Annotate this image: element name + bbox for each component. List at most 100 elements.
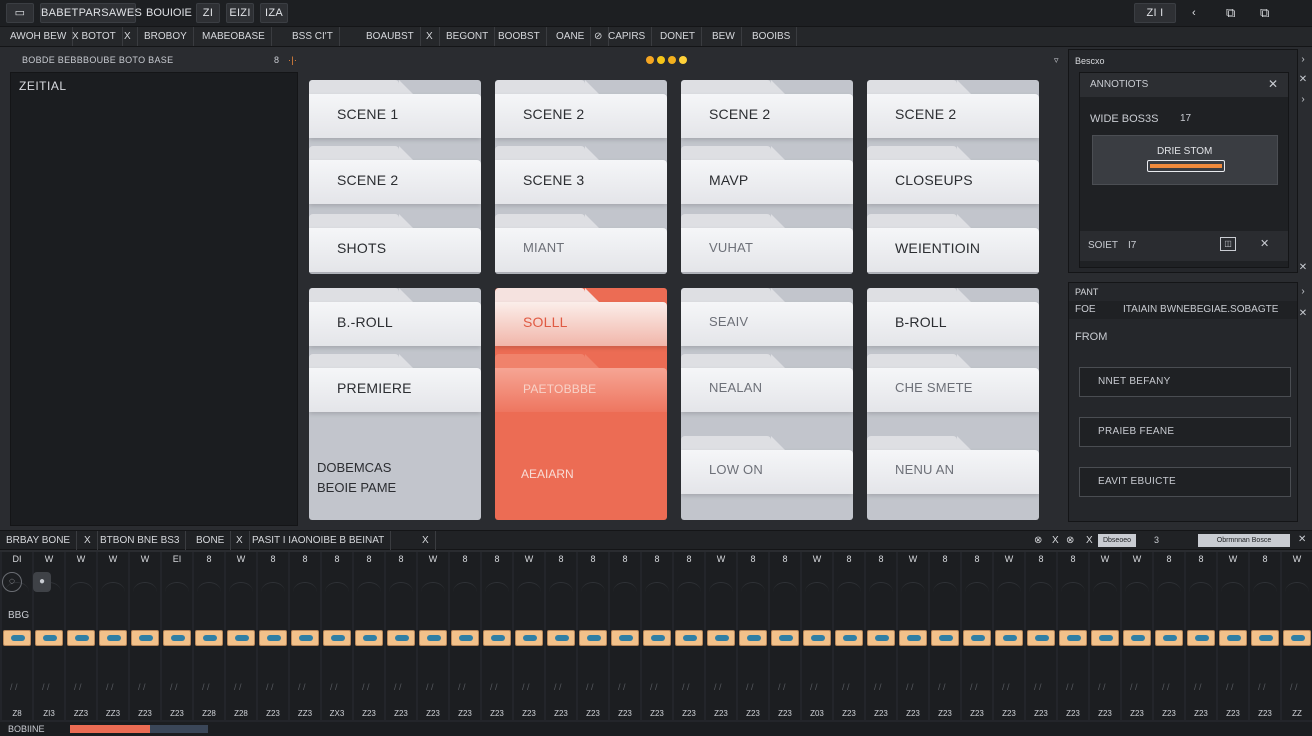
preview-slider[interactable] <box>1147 160 1225 172</box>
clip[interactable] <box>483 630 511 646</box>
project-title-button[interactable]: BABETPARSAWES <box>40 3 142 23</box>
timeline-track[interactable]: 8 / / Z23 <box>1058 552 1088 720</box>
menu-item-subset[interactable]: BOAUBST <box>360 27 421 46</box>
clip[interactable] <box>835 630 863 646</box>
clip[interactable] <box>163 630 191 646</box>
timeline-track[interactable]: 8 / / Z23 <box>930 552 960 720</box>
folder-item[interactable]: SHOTS <box>309 214 481 272</box>
folder-item[interactable]: NENU AN <box>867 436 1039 494</box>
playhead-progress[interactable] <box>70 725 208 733</box>
timeline-track[interactable]: W / / Z03 <box>802 552 832 720</box>
timeline-track[interactable]: W / / Z23 <box>130 552 160 720</box>
clip[interactable] <box>611 630 639 646</box>
clip[interactable] <box>995 630 1023 646</box>
timeline-close-icon[interactable]: ✕ <box>1298 534 1306 545</box>
menu-item-browse[interactable]: BROBOY <box>138 27 194 46</box>
timeline-box-1[interactable]: Dbseoeo <box>1098 534 1136 547</box>
duplicate-icon[interactable]: ⧉ <box>1260 3 1269 23</box>
timeline-track[interactable]: 8 / / Z23 <box>738 552 768 720</box>
timeline-track[interactable]: 8 / / Z23 <box>834 552 864 720</box>
timeline-track[interactable]: 8 / / Z23 <box>610 552 640 720</box>
clip[interactable] <box>1027 630 1055 646</box>
timeline-track[interactable]: W / / ZZ <box>1282 552 1312 720</box>
menu-item-close-2[interactable]: X <box>420 27 440 46</box>
folder-item[interactable]: SCENE 2 <box>495 80 667 138</box>
timeline-track[interactable]: W / / Z23 <box>706 552 736 720</box>
menu-item-close[interactable]: X <box>118 27 138 46</box>
preview-frame-button[interactable]: PRAIEB FEANE <box>1079 417 1291 447</box>
timeline-track[interactable]: 8 / / Z23 <box>770 552 800 720</box>
clip[interactable] <box>1219 630 1247 646</box>
clip[interactable] <box>387 630 415 646</box>
mic-icon[interactable]: ● <box>33 572 52 592</box>
clip[interactable] <box>291 630 319 646</box>
timeline-track[interactable]: W / / Z28 <box>226 552 256 720</box>
clip[interactable] <box>931 630 959 646</box>
folder-item[interactable]: B.-ROLL <box>309 288 481 346</box>
timeline-track[interactable]: 8 / / Z28 <box>194 552 224 720</box>
menu-item-cut[interactable]: BSS CI'T <box>286 27 340 46</box>
clip[interactable] <box>227 630 255 646</box>
clip[interactable] <box>867 630 895 646</box>
timeline-track[interactable]: W / / ZZ3 <box>66 552 96 720</box>
timeline-track[interactable]: 8 / / Z23 <box>1186 552 1216 720</box>
timeline-track[interactable]: 8 / / Z23 <box>354 552 384 720</box>
clip[interactable] <box>1155 630 1183 646</box>
grid-collapse-icon[interactable]: ▿ <box>1054 52 1059 68</box>
clip[interactable] <box>451 630 479 646</box>
folder-item[interactable]: SCENE 2 <box>309 146 481 204</box>
side-arrow-icon[interactable]: ✕ <box>1297 74 1309 85</box>
timeline-track[interactable]: 8 / / Z23 <box>866 552 896 720</box>
timeline-track[interactable]: 8 / / Z23 <box>546 552 576 720</box>
layout-button-1[interactable]: ZI <box>196 3 220 23</box>
menu-item-one[interactable]: OANE <box>550 27 592 46</box>
clip[interactable] <box>1251 630 1279 646</box>
timeline-track[interactable]: 8 / / ZZ3 <box>290 552 320 720</box>
folder-item[interactable]: NEALAN <box>681 354 853 412</box>
tools-icon[interactable]: ✕ <box>1268 77 1278 91</box>
menu-item-database[interactable]: MABEOBASE <box>196 27 272 46</box>
folder-item[interactable]: LOW ON <box>681 436 853 494</box>
zoom-button[interactable]: ZI I <box>1134 3 1176 23</box>
subset-row[interactable]: SOIET I7 ◫ ✕ <box>1080 231 1288 261</box>
side-arrow-icon[interactable]: › <box>1297 54 1309 65</box>
next-ready-button[interactable]: NNET BEFANY <box>1079 367 1291 397</box>
timeline-tab-3[interactable]: BONE <box>190 531 232 550</box>
timeline-track[interactable]: 8 / / Z23 <box>450 552 480 720</box>
timeline-track[interactable]: 8 / / Z23 <box>482 552 512 720</box>
folder-item[interactable]: MAVP <box>681 146 853 204</box>
timeline-track[interactable]: W / / Z23 <box>514 552 544 720</box>
clip[interactable] <box>707 630 735 646</box>
timeline-track[interactable]: W / / Z23 <box>898 552 928 720</box>
timeline-track[interactable]: W / / ZZ3 <box>98 552 128 720</box>
properties-row[interactable]: FOE ITAIAIN BWNEBEGIAE.SOBAGTE <box>1069 301 1297 319</box>
clip[interactable] <box>99 630 127 646</box>
timeline-track[interactable]: 8 / / Z23 <box>1250 552 1280 720</box>
clip[interactable] <box>323 630 351 646</box>
timeline-control-icon[interactable]: ⊗ <box>1060 531 1080 550</box>
folder-item-selected[interactable]: SOLLL <box>495 288 667 346</box>
clip[interactable] <box>67 630 95 646</box>
window-icon-button[interactable]: ▭ <box>6 3 34 23</box>
timeline-track[interactable]: 8 / / Z23 <box>578 552 608 720</box>
clip[interactable] <box>1283 630 1311 646</box>
clip[interactable] <box>35 630 63 646</box>
menu-item-view[interactable]: BEW <box>706 27 742 46</box>
timeline-track[interactable]: W / / Z23 <box>1218 552 1248 720</box>
timeline-track[interactable]: 8 / / Z23 <box>674 552 704 720</box>
clip[interactable] <box>803 630 831 646</box>
clip[interactable] <box>579 630 607 646</box>
folder-item[interactable]: CLOSEUPS <box>867 146 1039 204</box>
menu-item-tools[interactable]: BOOIBS <box>746 27 798 46</box>
clip[interactable] <box>899 630 927 646</box>
timeline-track[interactable]: 8 / / Z23 <box>1026 552 1056 720</box>
timeline-track[interactable]: W / / Z23 <box>1122 552 1152 720</box>
timeline-track[interactable]: 8 / / ZX3 <box>322 552 352 720</box>
clip[interactable] <box>771 630 799 646</box>
clip[interactable] <box>675 630 703 646</box>
folder-item[interactable]: MIANT <box>495 214 667 272</box>
clip[interactable] <box>1091 630 1119 646</box>
timeline-track[interactable]: W / / Z23 <box>1090 552 1120 720</box>
side-arrow-icon[interactable]: ✕ <box>1297 262 1309 273</box>
clip[interactable] <box>1187 630 1215 646</box>
